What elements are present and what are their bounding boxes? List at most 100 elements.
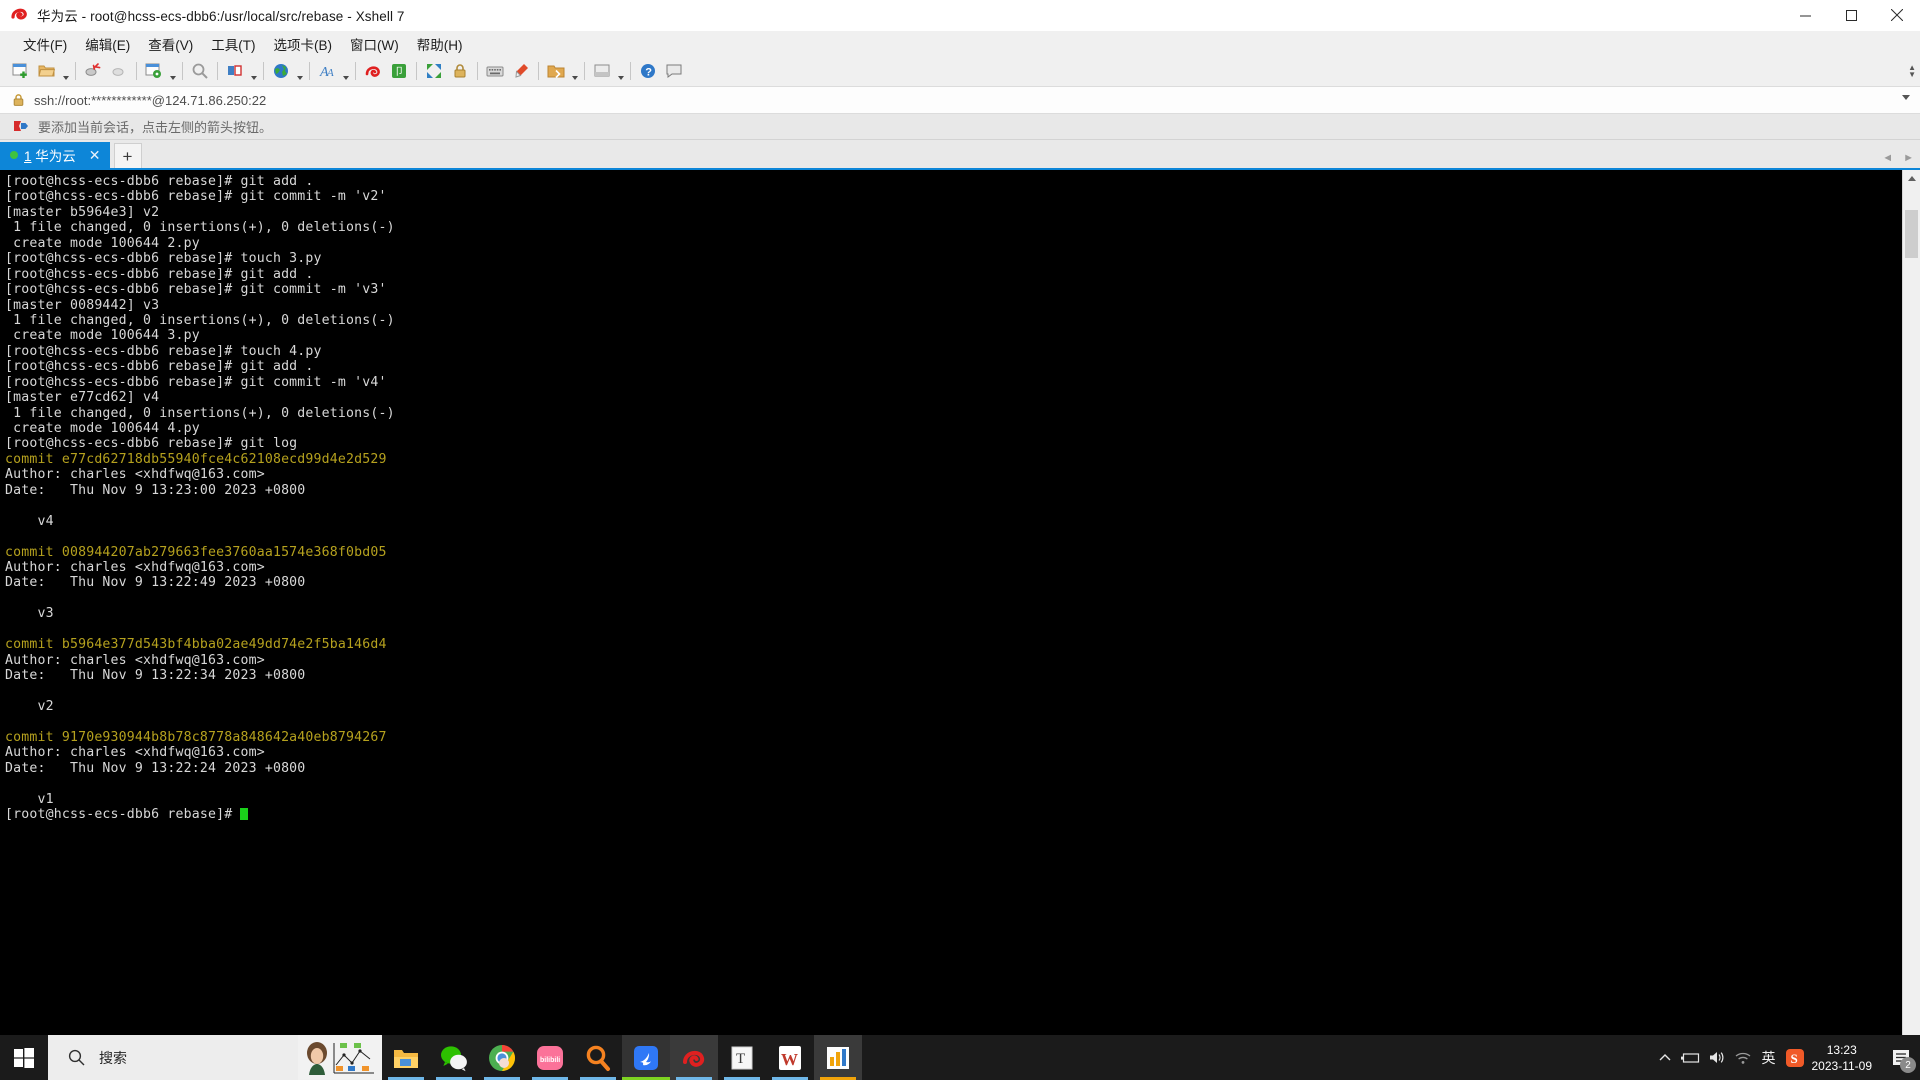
new-session-icon[interactable]: [8, 59, 34, 84]
new-tab-button[interactable]: +: [113, 143, 142, 168]
taskbar-item-everything[interactable]: [574, 1035, 622, 1080]
terminal-line: [master 0089442] v3: [5, 297, 160, 313]
taskbar-item-foxmail[interactable]: [622, 1035, 670, 1080]
toolbar-overflow-button[interactable]: ▲ ▼: [1908, 56, 1916, 86]
menu-view[interactable]: 查看(V): [139, 32, 202, 56]
transfer-dropdown-icon[interactable]: [569, 55, 580, 87]
highlight-icon[interactable]: [508, 59, 534, 84]
svg-text:W: W: [781, 1050, 798, 1069]
open-session-dropdown-icon[interactable]: [60, 55, 71, 87]
terminal-line: Date: Thu Nov 9 13:23:00 2023 +0800: [5, 482, 306, 498]
help-icon[interactable]: ?: [635, 59, 661, 84]
taskbar-item-wechat[interactable]: [430, 1035, 478, 1080]
lock-icon[interactable]: [447, 59, 473, 84]
start-button[interactable]: [0, 1035, 48, 1080]
terminal-line: [root@hcss-ecs-dbb6 rebase]# git add .: [5, 359, 314, 375]
maximize-button[interactable]: [1828, 0, 1874, 30]
terminal-area: [root@hcss-ecs-dbb6 rebase]# git add . [r…: [0, 168, 1920, 1057]
scrollbar-thumb[interactable]: [1905, 210, 1918, 258]
taskbar-item-widgets[interactable]: [298, 1035, 382, 1080]
terminal-line: 1 file changed, 0 insertions(+), 0 delet…: [5, 405, 395, 421]
address-input[interactable]: ssh://root:************@124.71.86.250:22: [34, 93, 266, 108]
taskbar-item-wps[interactable]: W: [766, 1035, 814, 1080]
svg-text:?: ?: [645, 66, 652, 78]
xftp-icon[interactable]: [360, 59, 386, 84]
terminal-line: [root@hcss-ecs-dbb6 rebase]# touch 4.py: [5, 343, 322, 359]
globe-encoding-dropdown-icon[interactable]: [294, 55, 305, 87]
compose-pane-dropdown-icon[interactable]: [615, 55, 626, 87]
tab-title: 华为云: [35, 149, 76, 164]
terminal-line: Date: Thu Nov 9 13:22:49 2023 +0800: [5, 575, 306, 591]
close-button[interactable]: [1874, 0, 1920, 30]
find-icon[interactable]: [187, 59, 213, 84]
menu-edit[interactable]: 编辑(E): [76, 32, 139, 56]
reconnect-icon[interactable]: [106, 59, 132, 84]
tab-bar: 1 华为云 ✕ + ◄ ►: [0, 140, 1920, 168]
layout-icon[interactable]: [222, 59, 248, 84]
taskbar-search-box[interactable]: 搜索: [48, 1035, 298, 1080]
address-bar[interactable]: ssh://root:************@124.71.86.250:22: [0, 86, 1920, 114]
terminal-line: create mode 100644 4.py: [5, 421, 200, 436]
notification-badge: 2: [1900, 1057, 1916, 1073]
menu-window[interactable]: 窗口(W): [341, 32, 408, 56]
session-properties-dropdown-icon[interactable]: [167, 55, 178, 87]
taskbar-item-typora[interactable]: T: [718, 1035, 766, 1080]
font-icon[interactable]: A A: [314, 59, 340, 84]
tab-scroll-right-icon[interactable]: ►: [1903, 152, 1914, 164]
taskbar-item-excel[interactable]: [814, 1035, 862, 1080]
terminal-line: Author: charles <xhdfwq@163.com>: [5, 652, 265, 668]
compose-pane-icon[interactable]: [589, 59, 615, 84]
menu-file[interactable]: 文件(F): [14, 32, 76, 56]
terminal-scrollbar[interactable]: [1902, 170, 1920, 1057]
title-bar: 华为云 - root@hcss-ecs-dbb6:/usr/local/src/…: [0, 0, 1920, 31]
search-input[interactable]: 搜索: [99, 1048, 127, 1068]
notification-center-button[interactable]: 2: [1882, 1035, 1920, 1080]
scrollbar-up-button[interactable]: [1903, 170, 1920, 187]
svg-text:卩: 卩: [394, 66, 404, 78]
transfer-icon[interactable]: [543, 59, 569, 84]
tray-network-icon[interactable]: [1730, 1035, 1756, 1080]
xlpd-icon[interactable]: 卩: [386, 59, 412, 84]
terminal-line: commit e77cd62718db55940fce4c62108ecd99d…: [5, 451, 387, 467]
open-session-icon[interactable]: [34, 59, 60, 84]
menu-help[interactable]: 帮助(H): [408, 32, 472, 56]
taskbar-clock[interactable]: 13:23 2023-11-09: [1808, 1035, 1883, 1080]
taskbar-item-file-explorer[interactable]: [382, 1035, 430, 1080]
tray-battery-icon[interactable]: [1678, 1035, 1704, 1080]
taskbar-item-xshell[interactable]: [670, 1035, 718, 1080]
terminal-line: Author: charles <xhdfwq@163.com>: [5, 467, 265, 483]
svg-text:T: T: [736, 1051, 745, 1067]
tab-huaweicloud[interactable]: 1 华为云 ✕: [0, 142, 110, 168]
keyboard-icon[interactable]: [482, 59, 508, 84]
tray-sogou-icon[interactable]: S: [1782, 1035, 1808, 1080]
tray-ime-icon[interactable]: 英: [1756, 1035, 1782, 1080]
globe-encoding-icon[interactable]: [268, 59, 294, 84]
menu-tools[interactable]: 工具(T): [202, 32, 264, 56]
minimize-button[interactable]: [1782, 0, 1828, 30]
terminal-line: v3: [5, 606, 54, 622]
tray-volume-icon[interactable]: [1704, 1035, 1730, 1080]
svg-text:A: A: [326, 67, 334, 79]
terminal-prompt-line: [root@hcss-ecs-dbb6 rebase]#: [5, 807, 1902, 822]
session-properties-icon[interactable]: [141, 59, 167, 84]
notice-text: 要添加当前会话，点击左侧的箭头按钮。: [38, 120, 273, 135]
terminal-line: Date: Thu Nov 9 13:22:34 2023 +0800: [5, 668, 306, 683]
font-dropdown-icon[interactable]: [340, 55, 351, 87]
tab-scroll-left-icon[interactable]: ◄: [1882, 152, 1893, 164]
tray-show-hidden-icon[interactable]: [1652, 1035, 1678, 1080]
tab-close-icon[interactable]: ✕: [86, 148, 104, 162]
notice-bar: 要添加当前会话，点击左侧的箭头按钮。: [0, 114, 1920, 140]
disconnect-icon[interactable]: [80, 59, 106, 84]
window-title: 华为云 - root@hcss-ecs-dbb6:/usr/local/src/…: [37, 9, 405, 24]
terminal-output[interactable]: [root@hcss-ecs-dbb6 rebase]# git add . [r…: [0, 170, 1902, 1057]
chevron-down-icon[interactable]: [1902, 95, 1910, 100]
chat-icon[interactable]: [661, 59, 687, 84]
taskbar-item-chrome[interactable]: [478, 1035, 526, 1080]
terminal-line: [root@hcss-ecs-dbb6 rebase]# touch 3.py: [5, 251, 322, 267]
taskbar-item-bilibili[interactable]: bilibili: [526, 1035, 574, 1080]
fullscreen-icon[interactable]: [421, 59, 447, 84]
layout-dropdown-icon[interactable]: [248, 55, 259, 87]
menu-tabs[interactable]: 选项卡(B): [265, 32, 342, 56]
